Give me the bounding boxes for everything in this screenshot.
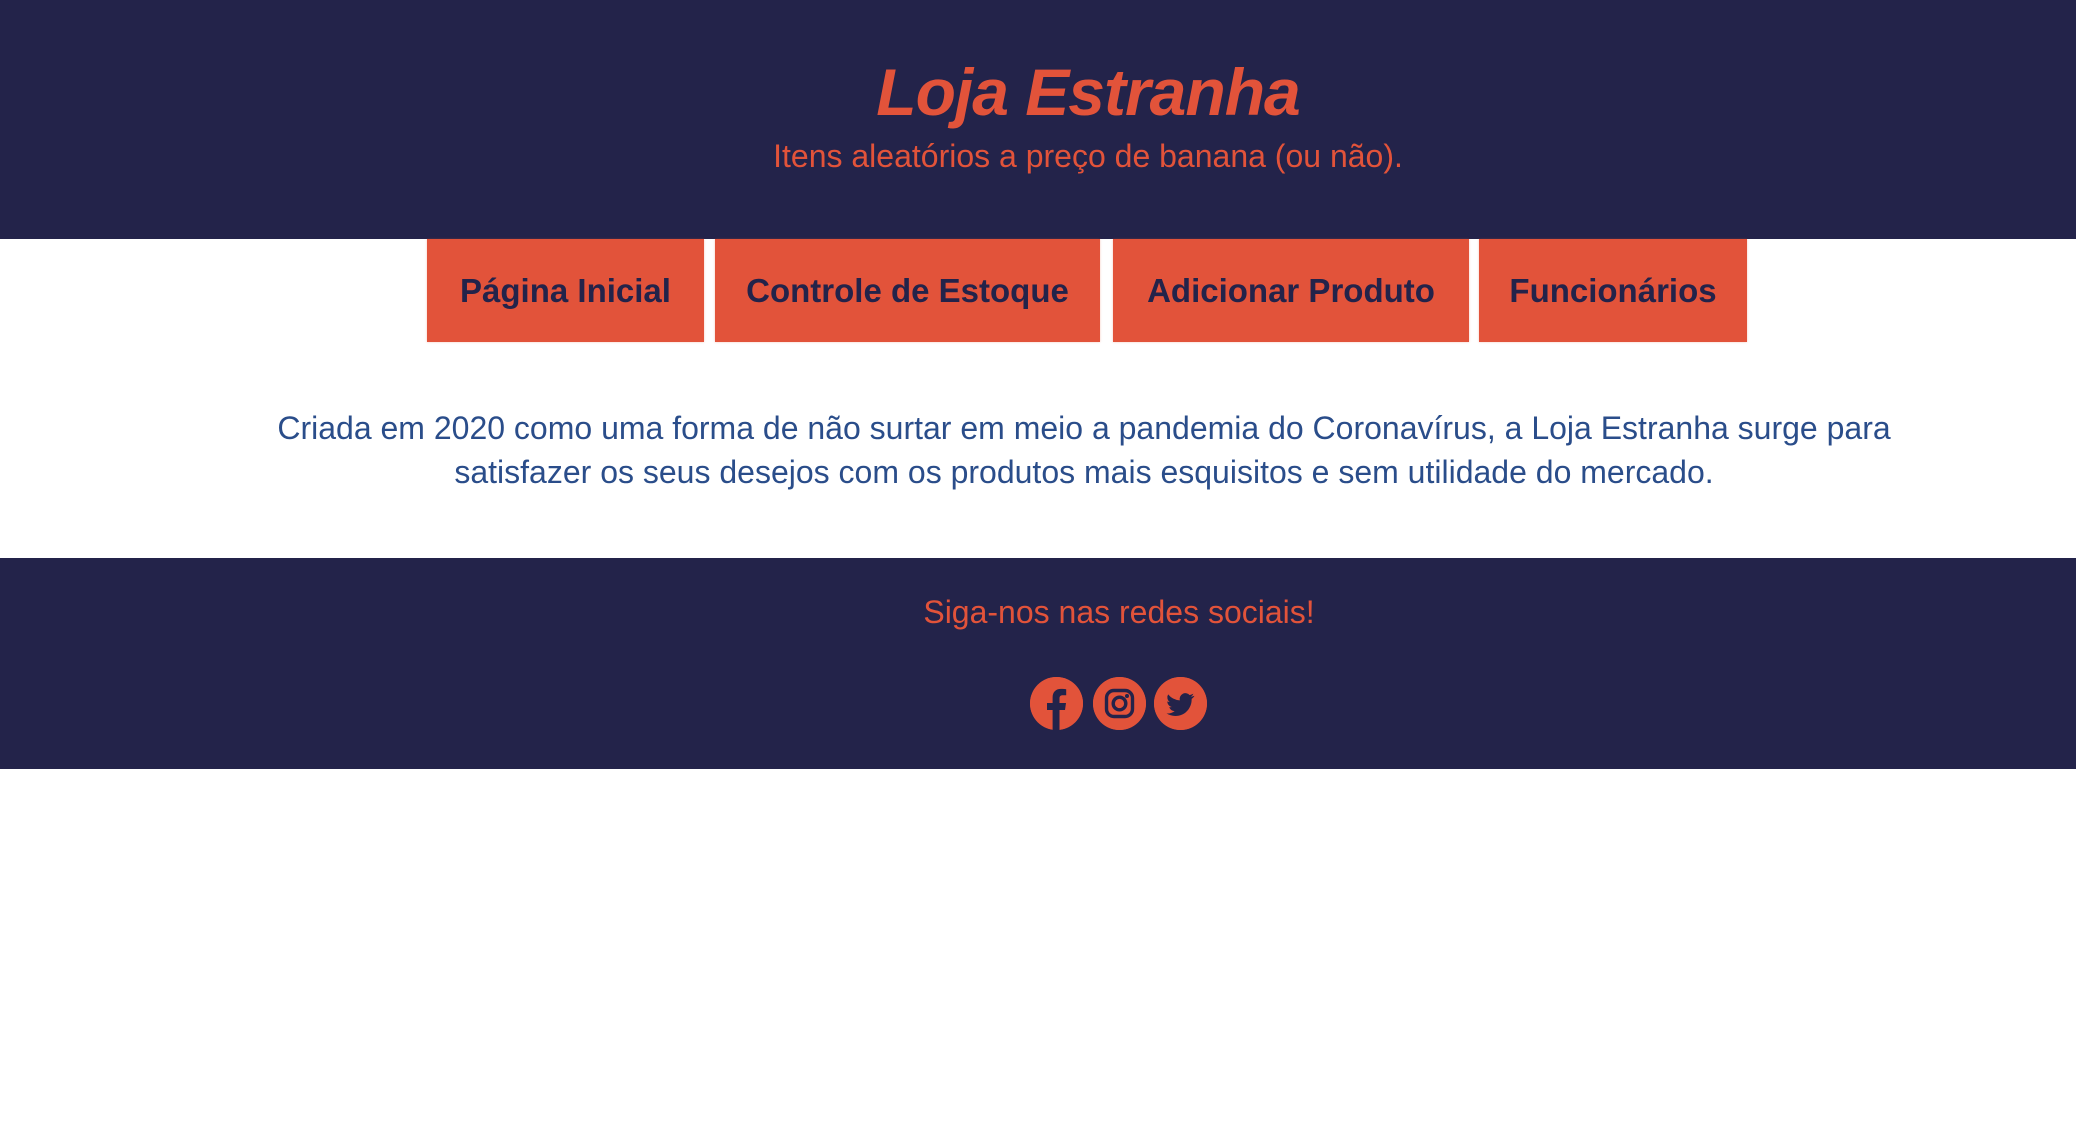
page: Loja Estranha Itens aleatórios a preço d… [0, 0, 2076, 1142]
nav-employees-button[interactable]: Funcionários [1479, 239, 1747, 342]
facebook-link[interactable] [1030, 677, 1083, 730]
social-heading: Siga-nos nas redes sociais! [923, 594, 1315, 630]
twitter-link[interactable] [1154, 677, 1207, 730]
site-header: Loja Estranha Itens aleatórios a preço d… [0, 0, 2076, 239]
main-nav: Página Inicial Controle de Estoque Adici… [0, 239, 2076, 342]
nav-add-product-button[interactable]: Adicionar Produto [1113, 239, 1469, 342]
twitter-icon [1154, 677, 1207, 730]
nav-home-label: Página Inicial [460, 271, 671, 309]
nav-inventory-button[interactable]: Controle de Estoque [715, 239, 1100, 342]
nav-employees-label: Funcionários [1509, 271, 1717, 309]
instagram-icon [1093, 677, 1146, 730]
site-footer: Siga-nos nas redes sociais! [0, 558, 2076, 769]
intro-paragraph: Criada em 2020 como uma forma de não sur… [277, 410, 1891, 490]
nav-home-button[interactable]: Página Inicial [427, 239, 704, 342]
nav-add-product-label: Adicionar Produto [1147, 271, 1435, 309]
site-title: Loja Estranha [876, 55, 1300, 129]
instagram-link[interactable] [1093, 677, 1146, 730]
site-subtitle: Itens aleatórios a preço de banana (ou n… [773, 138, 1403, 174]
facebook-icon [1030, 677, 1083, 730]
nav-inventory-label: Controle de Estoque [746, 271, 1069, 309]
